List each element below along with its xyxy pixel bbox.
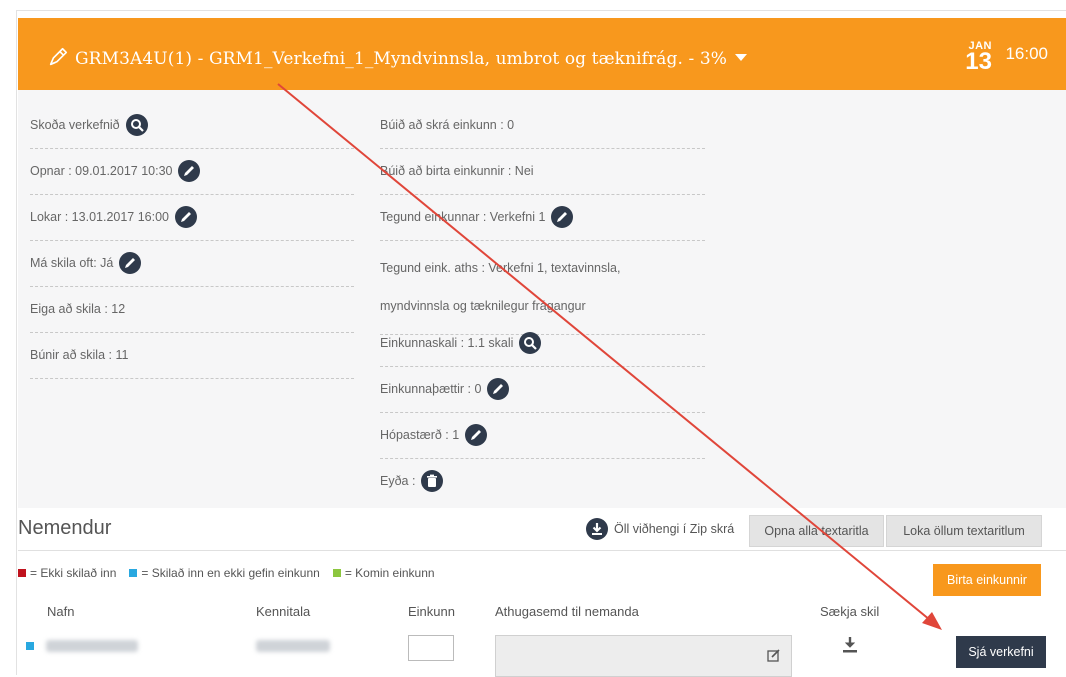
column-header-grade: Einkunn — [408, 604, 455, 619]
student-name-redacted — [46, 640, 138, 652]
download-icon — [586, 518, 608, 540]
download-submission-icon[interactable] — [842, 636, 858, 654]
info-label: Búið að birta einkunnir : Nei — [380, 164, 534, 178]
assignment-title-dropdown[interactable]: GRM3A4U(1) - GRM1_Verkefni_1_Myndvinnsla… — [47, 46, 748, 69]
search-icon[interactable] — [519, 332, 542, 354]
info-label: Hópastærð : 1 — [380, 428, 460, 442]
info-label: Búnir að skila : 11 — [30, 348, 129, 362]
info-grade-scale: Einkunnaskali : 1.1 skali — [380, 320, 705, 367]
info-grade-components: Einkunnaþættir : 0 — [380, 366, 705, 413]
info-label: Tegund einkunnar : Verkefni 1 — [380, 210, 546, 224]
pencil-icon[interactable] — [178, 160, 201, 182]
student-ssn-redacted — [256, 640, 330, 652]
edit-icon[interactable] — [767, 648, 781, 662]
column-header-name: Nafn — [47, 604, 75, 619]
legend-label: = Komin einkunn — [344, 566, 435, 580]
info-label: Einkunnaskali : 1.1 skali — [380, 336, 514, 350]
pen-icon — [49, 47, 68, 66]
green-square-icon — [332, 569, 341, 577]
info-closes: Lokar : 13.01.2017 16:00 — [30, 194, 354, 241]
info-view-assignment: Skoða verkefnið — [30, 102, 354, 149]
grade-input[interactable] — [408, 635, 454, 661]
info-label: Má skila oft: Já — [30, 256, 114, 270]
due-date: JAN 13 16:00 — [948, 40, 1048, 80]
info-label: Einkunnaþættir : 0 — [380, 382, 482, 396]
info-opens: Opnar : 09.01.2017 10:30 — [30, 148, 354, 195]
download-zip-label: Öll viðhengi í Zip skrá — [614, 522, 735, 536]
trash-icon[interactable] — [421, 470, 444, 492]
row-status-indicator — [26, 642, 34, 650]
legend-graded: = Komin einkunn — [332, 566, 435, 580]
assignment-info-panel: Skoða verkefnið Opnar : 09.01.2017 10:30… — [18, 90, 1066, 508]
publish-grades-button[interactable]: Birta einkunnir — [933, 564, 1041, 596]
chevron-down-icon[interactable] — [735, 54, 748, 61]
due-day: 13 — [965, 48, 992, 75]
legend-label: = Ekki skilað inn — [30, 566, 117, 580]
info-label: Lokar : 13.01.2017 16:00 — [30, 210, 170, 224]
students-header: Nemendur Öll viðhengi í Zip skrá Opna al… — [18, 508, 1066, 551]
assignment-title: GRM3A4U(1) - GRM1_Verkefni_1_Myndvinnsla… — [75, 49, 728, 69]
info-grade-type: Tegund einkunnar : Verkefni 1 — [380, 194, 705, 241]
assignment-header: GRM3A4U(1) - GRM1_Verkefni_1_Myndvinnsla… — [18, 18, 1066, 90]
column-header-ssn: Kennitala — [256, 604, 311, 619]
info-group-size: Hópastærð : 1 — [380, 412, 705, 459]
open-all-editors-button[interactable]: Opna alla textaritla — [749, 515, 884, 547]
legend-submitted-ungraded: = Skilað inn en ekki gefin einkunn — [129, 566, 320, 580]
pencil-icon[interactable] — [119, 252, 142, 274]
column-header-fetch: Sækja skil — [820, 604, 880, 619]
info-should-submit: Eiga að skila : 12 — [30, 286, 354, 333]
blue-square-icon — [129, 569, 138, 577]
red-square-icon — [18, 569, 26, 577]
pencil-icon[interactable] — [175, 206, 198, 228]
pencil-icon[interactable] — [465, 424, 488, 446]
info-label: Eiga að skila : 12 — [30, 302, 126, 316]
close-all-editors-button[interactable]: Loka öllum textaritlum — [886, 515, 1042, 547]
students-title: Nemendur — [18, 517, 112, 539]
legend-label: = Skilað inn en ekki gefin einkunn — [141, 566, 320, 580]
column-header-comment: Athugasemd til nemanda — [495, 604, 639, 619]
info-have-submitted: Búnir að skila : 11 — [30, 332, 354, 379]
info-label: Opnar : 09.01.2017 10:30 — [30, 164, 173, 178]
due-time: 16:00 — [1005, 44, 1048, 63]
info-grades-published: Búið að birta einkunnir : Nei — [380, 148, 705, 195]
legend-not-submitted: = Ekki skilað inn — [18, 566, 116, 580]
search-icon[interactable] — [125, 114, 148, 136]
pencil-icon[interactable] — [551, 206, 574, 228]
info-delete: Eyða : — [380, 458, 705, 504]
info-label: Búið að skrá einkunn : 0 — [380, 118, 515, 132]
info-multiple-submit: Má skila oft: Já — [30, 240, 354, 287]
status-legend: = Ekki skilað inn = Skilað inn en ekki g… — [18, 566, 448, 580]
pencil-icon[interactable] — [487, 378, 510, 400]
info-label: Eyða : — [380, 474, 416, 488]
info-label: Tegund eink. aths : Verkefni 1, textavin… — [380, 261, 621, 275]
view-assignment-button[interactable]: Sjá verkefni — [956, 636, 1046, 668]
info-label: Skoða verkefnið — [30, 118, 120, 132]
download-zip-link[interactable]: Öll viðhengi í Zip skrá — [586, 518, 734, 540]
comment-field[interactable] — [495, 635, 792, 677]
info-grades-registered: Búið að skrá einkunn : 0 — [380, 102, 705, 149]
